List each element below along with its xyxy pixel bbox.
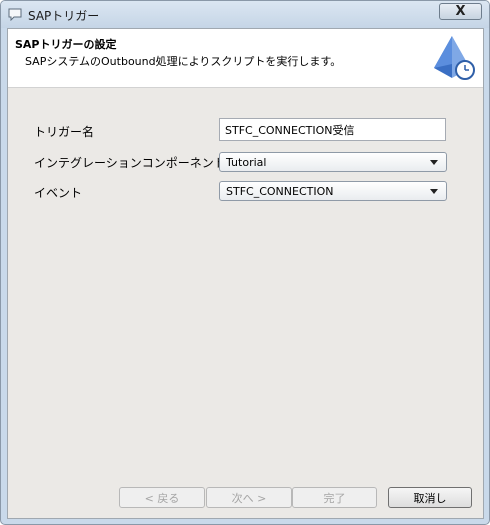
wizard-header: SAPトリガーの設定 SAPシステムのOutbound処理によりスクリプトを実行… [8,29,483,88]
component-select-value: Tutorial [226,156,267,169]
page-title: SAPトリガーの設定 [15,38,117,51]
page-description: SAPシステムのOutbound処理によりスクリプトを実行します。 [25,55,342,68]
event-label: イベント [34,186,83,200]
component-label: インテグレーションコンポーネント [34,156,226,170]
trigger-name-input[interactable] [219,118,446,141]
back-button[interactable]: < 戻る [119,487,205,508]
component-select[interactable]: Tutorial [219,152,447,172]
chevron-down-icon [430,189,438,194]
trigger-name-label: トリガー名 [34,125,95,139]
finish-button[interactable]: 完了 [292,487,377,508]
speech-bubble-icon [8,8,22,21]
next-button[interactable]: 次へ > [206,487,292,508]
pyramid-clock-icon [434,36,475,80]
event-select-value: STFC_CONNECTION [226,185,334,198]
dialog-window: SAPトリガー X SAPトリガーの設定 SAPシステムのOutbound処理に… [0,0,490,525]
close-button[interactable]: X [439,3,482,20]
cancel-button[interactable]: 取消し [388,487,472,508]
event-select[interactable]: STFC_CONNECTION [219,181,447,201]
dialog-client-area: SAPトリガーの設定 SAPシステムのOutbound処理によりスクリプトを実行… [7,28,484,519]
chevron-down-icon [430,160,438,165]
window-title: SAPトリガー [28,9,100,23]
title-bar[interactable]: SAPトリガー X [1,1,489,28]
